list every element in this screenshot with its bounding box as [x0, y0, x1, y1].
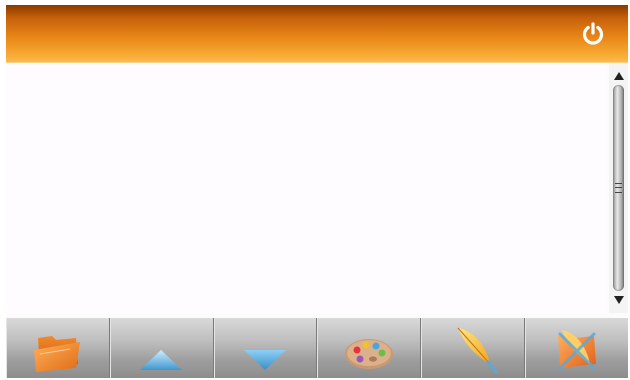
feather-pen-icon [457, 327, 498, 374]
bottom-toolbar [6, 318, 628, 378]
triangle-down-icon [244, 350, 287, 370]
vertical-scrollbar[interactable] [609, 63, 628, 313]
open-folder-button[interactable] [6, 318, 110, 378]
palette-icon [344, 339, 393, 369]
power-button[interactable] [578, 19, 608, 49]
triangle-up-icon [140, 350, 183, 370]
app-window [6, 5, 628, 378]
scroll-up-button[interactable] [611, 69, 626, 83]
scroll-down-button[interactable] [611, 293, 626, 307]
pen-tool-button[interactable] [421, 318, 526, 378]
scroll-track[interactable] [613, 85, 624, 291]
scroll-thumb[interactable] [613, 85, 624, 291]
arrow-down-icon [613, 296, 624, 304]
drawing-canvas[interactable] [6, 63, 606, 313]
color-palette-button[interactable] [317, 318, 422, 378]
grip-icon [615, 183, 622, 193]
move-down-button[interactable] [214, 318, 318, 378]
folder-icon [34, 336, 81, 372]
eraser-cross-icon [557, 330, 596, 370]
title-bar [6, 5, 628, 63]
power-icon [582, 22, 604, 45]
arrow-up-icon [613, 72, 624, 80]
move-up-button[interactable] [110, 318, 214, 378]
erase-button[interactable] [525, 318, 628, 378]
